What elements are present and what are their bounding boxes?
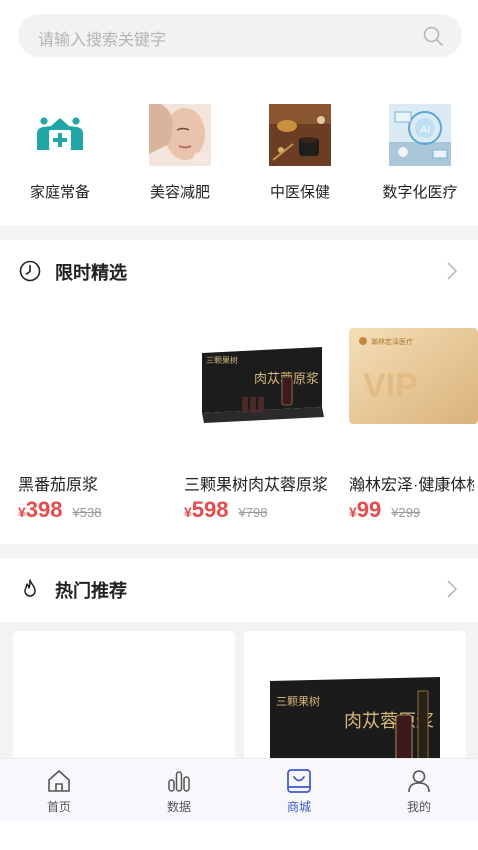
bottom-tab-bar: 首页 数据 商城 我的 (0, 758, 478, 821)
user-icon (408, 770, 430, 793)
tab-label: 我的 (406, 800, 431, 814)
bottom-safe-area (0, 821, 478, 850)
old-price: ¥538 (72, 505, 102, 520)
category-tcm[interactable]: 中医保健 (255, 104, 345, 202)
product-image: 瀚林宏泽医疗 VIP (349, 328, 478, 424)
tab-shop[interactable]: 商城 (259, 767, 339, 815)
hot-section: 热门推荐 (0, 558, 478, 622)
chevron-right-icon[interactable] (446, 579, 458, 599)
home-icon (48, 770, 70, 792)
category-family[interactable]: 家庭常备 (15, 104, 105, 202)
flash-sale-header[interactable]: 限时精选 (0, 240, 478, 300)
category-label: 数字化医疗 (382, 184, 458, 201)
tab-label: 数据 (166, 800, 191, 814)
category-label: 家庭常备 (29, 184, 90, 201)
search-bar[interactable]: 请输入搜索关键字 (18, 14, 462, 57)
product-name: 黑番茄原浆 (18, 477, 99, 494)
currency-symbol: ¥ (349, 504, 357, 520)
product-price: ¥398 ¥538 (18, 497, 101, 523)
product-image: 三颗果树 肉苁蓉原浆 (184, 325, 344, 440)
search-input[interactable]: 请输入搜索关键字 (38, 26, 166, 50)
currency-symbol: ¥ (184, 504, 192, 520)
tab-mine[interactable]: 我的 (379, 767, 459, 815)
tcm-photo (269, 104, 331, 166)
section-title: 热门推荐 (55, 581, 127, 601)
price-value: 99 (356, 497, 382, 522)
family-medicine-icon (37, 117, 83, 150)
section-title: 限时精选 (55, 263, 127, 283)
vip-text: VIP (363, 367, 418, 405)
tab-data[interactable]: 数据 (139, 767, 219, 815)
tab-home[interactable]: 首页 (19, 767, 99, 815)
old-price: ¥798 (238, 505, 268, 520)
clock-icon (19, 260, 41, 282)
product-price: ¥598 ¥798 (184, 497, 267, 523)
product-name: 三颗果树肉苁蓉原浆 (184, 477, 329, 494)
shop-icon (287, 769, 311, 793)
flash-sale-section: 限时精选 黑番茄原浆 ¥398 ¥538 三颗果树 肉苁蓉原浆 三颗果树肉苁蓉原浆… (0, 240, 478, 544)
product-image (18, 325, 178, 440)
chevron-right-icon[interactable] (446, 261, 458, 281)
search-icon[interactable] (422, 25, 444, 47)
svg-text:AI: AI (420, 124, 430, 136)
card-brand-text: 瀚林宏泽医疗 (371, 337, 413, 346)
product-price: ¥99 ¥299 (349, 497, 420, 523)
old-price: ¥299 (391, 505, 421, 520)
price-value: 598 (191, 497, 229, 522)
category-label: 美容减肥 (149, 184, 210, 201)
product-brand-text: 三颗果树 (276, 694, 320, 708)
tab-label: 商城 (286, 800, 311, 814)
tab-label: 首页 (46, 800, 71, 814)
category-beauty[interactable]: 美容减肥 (135, 104, 225, 202)
chart-icon (168, 771, 190, 792)
top-panel: 请输入搜索关键字 家庭常备 美容减肥 中医保健 AI 数字化医疗 (0, 0, 478, 226)
flame-icon (24, 579, 36, 597)
price-value: 398 (25, 497, 63, 522)
currency-symbol: ¥ (18, 504, 26, 520)
product-name: 瀚林宏泽·健康体检卡 (349, 477, 474, 494)
beauty-photo (149, 104, 211, 166)
digital-health-photo: AI (389, 104, 451, 166)
product-brand-text: 三颗果树 (206, 355, 238, 365)
category-digital[interactable]: AI 数字化医疗 (375, 104, 465, 202)
hot-header[interactable]: 热门推荐 (0, 558, 478, 618)
category-label: 中医保健 (269, 184, 330, 201)
